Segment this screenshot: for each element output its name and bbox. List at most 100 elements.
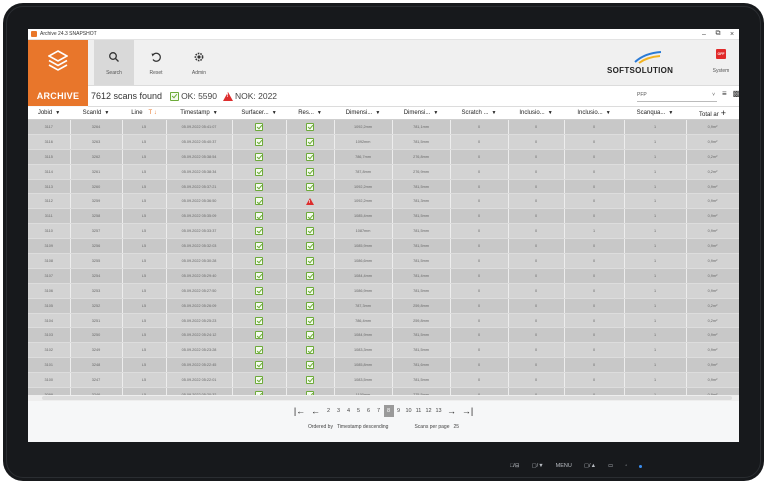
- column-header[interactable]: Scanqua... ▼: [624, 107, 686, 120]
- page-button[interactable]: 13: [434, 405, 444, 417]
- collapse-icon[interactable]: ≡: [722, 89, 727, 98]
- hw-menu-button[interactable]: MENU: [556, 463, 572, 473]
- table-cell: 3257: [70, 223, 123, 240]
- table-cell: 1: [624, 253, 687, 269]
- table-row[interactable]: 3117 3264 L5 05.09.2022 05:41:07 1092,2mm 781…: [28, 119, 739, 135]
- page-button[interactable]: 6: [364, 405, 374, 417]
- column-header[interactable]: Inclusio... ▼: [564, 107, 624, 120]
- hw-display-button[interactable]: ▭: [608, 463, 613, 473]
- export-icon[interactable]: ▩: [733, 89, 739, 98]
- page-button[interactable]: 2: [324, 405, 334, 417]
- prev-page-button[interactable]: ←: [308, 406, 324, 416]
- table-row[interactable]: 3115 3262 L5 05.09.2022 05:38:54 786,7mm 276,…: [28, 149, 739, 165]
- column-header[interactable]: Dimensi... ▼: [334, 107, 392, 120]
- table-row[interactable]: 3099 3246 L5 05.09.2022 05:20:32 1100mm 775,5…: [28, 387, 739, 395]
- table-cell: 1085,4mm: [334, 208, 393, 225]
- table-cell: 0: [450, 268, 509, 284]
- hw-down-button[interactable]: ▢/▼: [531, 463, 543, 473]
- scrollbar-thumb[interactable]: [42, 396, 732, 400]
- table-cell: 3253: [70, 283, 123, 299]
- search-button[interactable]: Search: [94, 40, 134, 85]
- table-row[interactable]: 3109 3256 L5 05.09.2022 05:32:03 1085,9mm 781…: [28, 238, 739, 255]
- first-page-button[interactable]: |←: [292, 406, 308, 416]
- close-button[interactable]: ×: [725, 31, 739, 38]
- hw-up-button[interactable]: ▢/▲: [584, 463, 596, 473]
- column-menu-icon[interactable]: ▼: [272, 110, 277, 116]
- table-row[interactable]: 3104 3251 L5 05.09.2022 05:25:23 786,4mm 259,…: [28, 313, 739, 329]
- table-row[interactable]: 3111 3258 L5 05.09.2022 05:35:09 1085,4mm 781…: [28, 208, 739, 225]
- table-row[interactable]: 3106 3253 L5 05.09.2022 05:27:50 1086,9mm 781…: [28, 283, 739, 299]
- table-cell: 1: [624, 327, 687, 344]
- last-page-button[interactable]: →|: [460, 406, 476, 416]
- column-menu-icon[interactable]: ▼: [213, 110, 218, 116]
- table-row[interactable]: 3108 3255 L5 05.09.2022 05:30:28 1086,6mm 781…: [28, 253, 739, 269]
- admin-button[interactable]: Admin: [179, 40, 219, 85]
- column-header[interactable]: Dimensi... ▼: [392, 107, 450, 120]
- reset-button[interactable]: Reset: [136, 40, 176, 85]
- table-cell: L5: [122, 268, 167, 284]
- minimize-button[interactable]: –: [697, 31, 711, 38]
- table-row[interactable]: 3103 3250 L5 05.09.2022 05:24:12 1084,9mm 781…: [28, 327, 739, 344]
- table-cell: 0,9m²: [686, 387, 739, 395]
- add-column-icon[interactable]: +: [721, 108, 726, 118]
- column-header[interactable]: ScanId ▼: [70, 107, 122, 120]
- hw-input-button[interactable]: □/⊟: [510, 463, 519, 473]
- next-page-button[interactable]: →: [444, 406, 460, 416]
- column-menu-icon[interactable]: ▼: [606, 110, 611, 116]
- table-row[interactable]: 3105 3252 L5 05.09.2022 05:26:09 787,3mm 259,…: [28, 298, 739, 314]
- hw-power-button[interactable]: ◦: [625, 463, 627, 473]
- table-row[interactable]: 3100 3247 L5 05.09.2022 05:22:01 1083,5mm 781…: [28, 372, 739, 389]
- table-row[interactable]: 3114 3261 L5 05.09.2022 05:38:34 787,8mm 276,…: [28, 164, 739, 180]
- table-row[interactable]: 3113 3260 L5 05.09.2022 05:37:21 1092,2mm 781…: [28, 179, 739, 195]
- page-button[interactable]: 9: [394, 405, 404, 417]
- table-row[interactable]: 3107 3254 L5 05.09.2022 05:29:40 1084,4mm 781…: [28, 268, 739, 284]
- ok-check-icon: [306, 331, 314, 340]
- column-menu-icon[interactable]: ▼: [375, 110, 380, 116]
- column-header[interactable]: Jobid ▼: [28, 107, 70, 120]
- column-menu-icon[interactable]: ▼: [104, 110, 109, 116]
- table-cell: 3250: [70, 327, 123, 344]
- column-menu-icon[interactable]: ▼: [668, 110, 673, 116]
- column-header[interactable]: Scratch ... ▼: [450, 107, 508, 120]
- status-cell: [286, 119, 335, 135]
- table-row[interactable]: 3101 3248 L5 05.09.2022 05:22:45 1085,8mm 781…: [28, 357, 739, 374]
- column-header[interactable]: Surfacer... ▼: [232, 107, 286, 120]
- ok-check-icon: [255, 227, 263, 236]
- system-button[interactable]: OFF System: [706, 46, 736, 74]
- archive-logo: ARCHIVE: [28, 40, 88, 106]
- column-header[interactable]: Timestamp ▼: [166, 107, 232, 120]
- column-header[interactable]: Res... ▼: [286, 107, 334, 120]
- table-cell: 3103: [28, 327, 71, 344]
- page-button[interactable]: 10: [404, 405, 414, 417]
- column-menu-icon[interactable]: ▼: [433, 110, 438, 116]
- column-header[interactable]: Line T ↓: [122, 107, 166, 120]
- ok-check-icon: [306, 137, 314, 146]
- page-button[interactable]: 4: [344, 405, 354, 417]
- filter-dropdown[interactable]: PFP ˅: [637, 89, 717, 102]
- per-page-value[interactable]: 25: [454, 424, 460, 430]
- page-button[interactable]: 12: [424, 405, 434, 417]
- page-button[interactable]: 8: [383, 405, 394, 417]
- column-header-label: Surfacer...: [241, 110, 269, 116]
- column-menu-icon[interactable]: ▼: [55, 110, 60, 116]
- table-row[interactable]: 3116 3263 L5 05.09.2022 05:40:37 1092mm 781,5…: [28, 134, 739, 150]
- page-button[interactable]: 7: [374, 405, 384, 417]
- column-menu-icon[interactable]: ▼: [317, 110, 322, 116]
- horizontal-scrollbar[interactable]: [28, 395, 739, 401]
- table-row[interactable]: 31123259L505.09.2022 05:36:50 1092,2mm781…: [28, 193, 739, 210]
- filter-sort-icon[interactable]: T ↓: [149, 110, 157, 116]
- column-menu-icon[interactable]: ▼: [492, 110, 497, 116]
- page-button[interactable]: 11: [414, 405, 424, 417]
- ordered-by-value[interactable]: Timestamp descending: [337, 424, 389, 430]
- table-cell: 781,5mm: [392, 208, 451, 225]
- column-menu-icon[interactable]: ▼: [548, 110, 553, 116]
- table-cell: 0: [450, 313, 509, 329]
- table-row[interactable]: 3110 3257 L5 05.09.2022 05:33:37 1087mm 781,5…: [28, 223, 739, 240]
- page-button[interactable]: 5: [354, 405, 364, 417]
- table-row[interactable]: 3102 3249 L5 05.09.2022 05:23:28 1083,3mm 781…: [28, 342, 739, 359]
- page-button[interactable]: 3: [334, 405, 344, 417]
- column-header[interactable]: Inclusio... ▼: [508, 107, 564, 120]
- column-header[interactable]: Total ar +: [686, 107, 739, 120]
- restore-button[interactable]: ⧉: [711, 30, 725, 38]
- table-cell: 781,5mm: [392, 283, 451, 299]
